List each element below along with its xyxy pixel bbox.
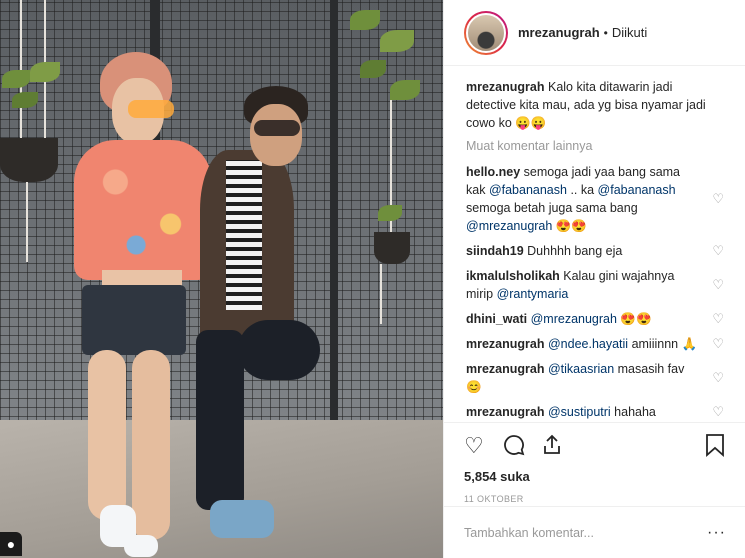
post-photo[interactable]: ● [0,0,443,558]
comment-item: hello.ney semoga jadi yaa bang sama kak … [466,165,724,233]
comment-username[interactable]: dhini_wati [466,312,527,326]
caption-username[interactable]: mrezanugrah [466,80,545,94]
comment-item: ikmalulsholikah Kalau gini wajahnya miri… [466,269,724,301]
comment-input[interactable] [464,525,708,540]
heart-icon[interactable]: ♡ [712,310,724,328]
comment-item: mrezanugrah @tikaasrian masasih fav 😊 ♡ [466,362,724,394]
mention-link[interactable]: @mrezanugrah [531,312,617,326]
instagram-post-view: ● mrezanugrah • Diikuti mrezanugrah Kalo… [0,0,745,558]
mention-link[interactable]: @tikaasrian [548,362,614,376]
comment-username[interactable]: hello.ney [466,165,520,179]
heart-icon[interactable]: ♡ [712,369,724,387]
post-sidebar: mrezanugrah • Diikuti mrezanugrah Kalo k… [443,0,745,558]
comment-item: mrezanugrah @ndee.hayatii amiiinnn 🙏 ♡ [466,335,724,353]
comment-username[interactable]: mrezanugrah [466,362,545,376]
post-date: 11 OKTOBER [464,494,524,504]
sneaker [124,535,158,557]
man-jeans [196,330,244,510]
woman-floral-shirt [74,140,212,280]
action-icons: ♡ [464,433,726,465]
follow-status-button[interactable]: Diikuti [612,25,647,40]
heart-icon[interactable]: ♡ [712,403,724,421]
mention-link[interactable]: @ndee.hayatii [548,337,628,351]
mention-link[interactable]: @fabananash [598,183,676,197]
avatar[interactable] [464,10,508,55]
comment-username[interactable]: mrezanugrah [466,405,545,419]
comment-item: siindah19 Duhhhh bang eja ♡ [466,242,724,260]
header-username[interactable]: mrezanugrah [518,25,600,40]
post-header: mrezanugrah • Diikuti [444,0,745,66]
more-options-button[interactable]: ··· [707,524,726,542]
sneaker [210,500,274,538]
heart-icon[interactable]: ♡ [464,433,484,459]
load-more-comments[interactable]: Muat komentar lainnya [466,139,724,153]
heart-icon[interactable]: ♡ [712,276,724,294]
caption: mrezanugrah Kalo kita ditawarin jadi det… [466,78,724,132]
man-sunglasses [254,120,300,136]
heart-icon[interactable]: ♡ [712,190,724,208]
bookmark-icon[interactable] [704,433,726,463]
mention-link[interactable]: @mrezanugrah [466,219,552,233]
comment-item: mrezanugrah @sustiputri hahaha ♡ [466,403,724,421]
woman-sunglasses [128,100,174,118]
add-comment-bar: ··· [444,506,745,558]
user-tag-icon[interactable]: ● [0,532,22,556]
mention-link[interactable]: @sustiputri [548,405,611,419]
comments-list[interactable]: mrezanugrah Kalo kita ditawarin jadi det… [444,66,745,422]
woman-denim-shorts [82,285,186,355]
comment-item: dhini_wati @mrezanugrah 😍😍 ♡ [466,310,724,328]
man-striped-tee [226,160,262,310]
heart-icon[interactable]: ♡ [712,335,724,353]
mention-link[interactable]: @rantymaria [497,287,569,301]
comment-username[interactable]: ikmalulsholikah [466,269,560,283]
comment-username[interactable]: siindah19 [466,244,524,258]
comment-icon[interactable] [502,433,526,463]
like-count[interactable]: 5,854 suka [464,469,726,484]
share-icon[interactable] [540,433,564,463]
fence-post [330,0,338,420]
mention-link[interactable]: @fabananash [489,183,567,197]
comment-username[interactable]: mrezanugrah [466,337,545,351]
heart-icon[interactable]: ♡ [712,242,724,260]
